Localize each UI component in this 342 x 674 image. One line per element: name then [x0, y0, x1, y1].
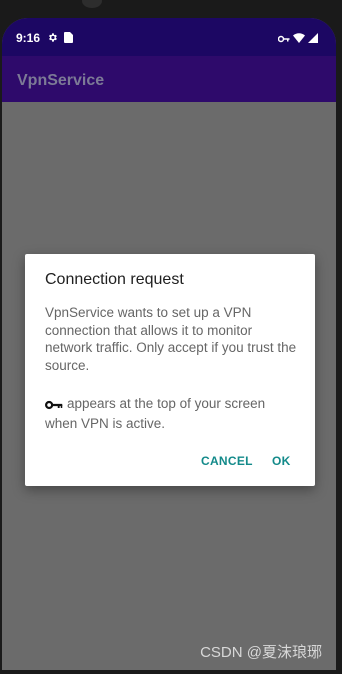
cancel-button[interactable]: CANCEL [201, 454, 253, 468]
ok-button[interactable]: OK [272, 454, 291, 468]
status-icons-right [277, 30, 318, 48]
screen: 9:16 VpnService Connection request VpnSe… [2, 18, 336, 670]
app-bar: VpnService [2, 56, 336, 102]
app-title: VpnService [17, 72, 105, 89]
key-icon [45, 397, 63, 415]
dialog-message: VpnService wants to set up a VPN connect… [45, 305, 297, 373]
status-icons-left [47, 30, 73, 48]
device-frame: 9:16 VpnService Connection request VpnSe… [0, 0, 342, 674]
status-time: 9:16 [16, 31, 41, 45]
vpn-connection-dialog: Connection request VpnService wants to s… [25, 254, 315, 486]
status-bar: 9:16 [2, 18, 336, 56]
sim-card-icon [64, 30, 73, 48]
dialog-note: appears at the top of your screen when V… [45, 395, 297, 432]
camera-cutout [82, 0, 102, 8]
dialog-title: Connection request [45, 271, 184, 288]
signal-icon [308, 30, 318, 48]
watermark: CSDN @夏沫琅琊 [200, 644, 322, 661]
wifi-icon [293, 30, 305, 48]
dialog-note-text: appears at the top of your screen when V… [45, 396, 266, 431]
gear-icon [47, 30, 58, 48]
vpn-key-icon [277, 30, 290, 48]
